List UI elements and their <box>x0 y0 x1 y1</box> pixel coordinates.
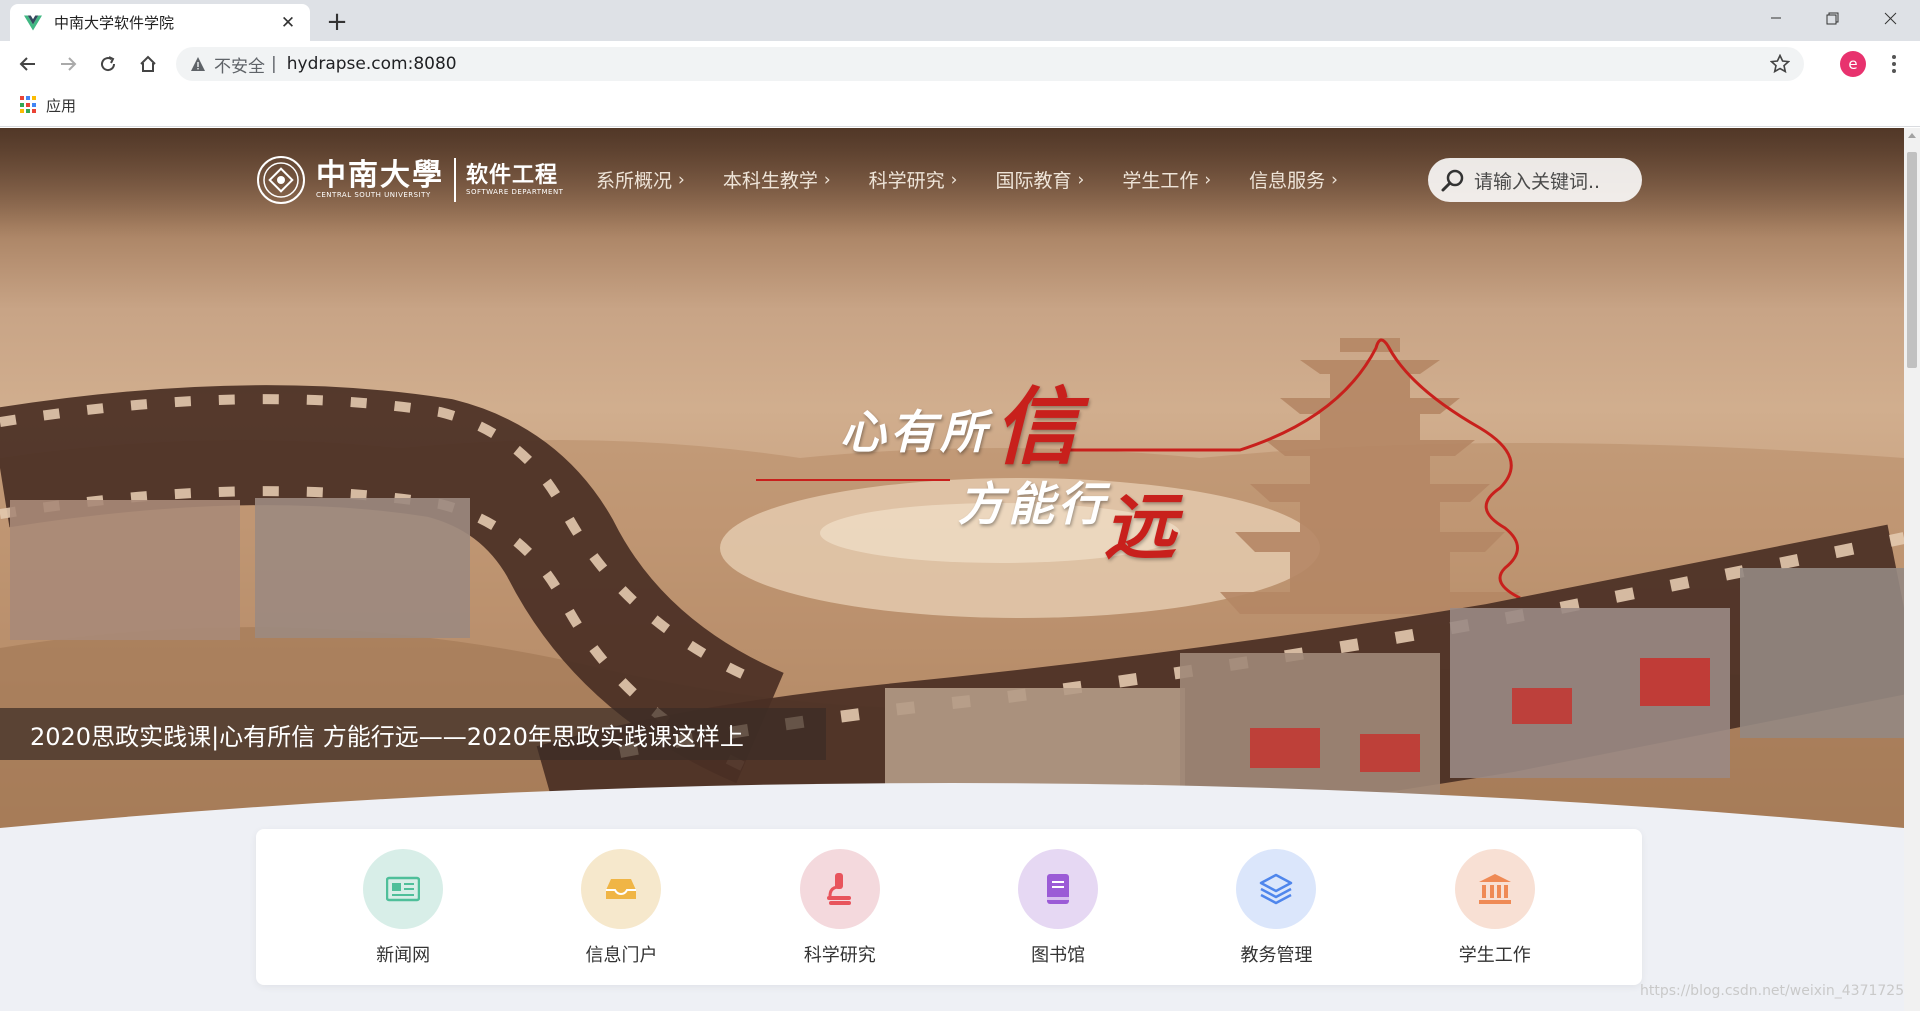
forward-icon[interactable] <box>52 48 84 80</box>
omnibox-separator: | <box>271 54 277 74</box>
url-text[interactable]: hydrapse.com:8080 <box>287 54 457 74</box>
quick-link-library[interactable]: 图书馆 <box>978 829 1138 985</box>
newspaper-icon <box>386 876 421 902</box>
quick-link-label: 科学研究 <box>803 945 876 966</box>
quick-link-label: 图书馆 <box>1031 945 1086 966</box>
watermark-text: https://blog.csdn.net/weixin_43717253 <box>1640 983 1904 999</box>
insecure-label: 不安全 <box>214 56 265 77</box>
book-icon <box>1047 874 1070 904</box>
institution-icon <box>1478 874 1511 904</box>
page-scrollbar[interactable] <box>1904 128 1920 1011</box>
reload-icon[interactable] <box>92 48 124 80</box>
layers-icon <box>1260 873 1293 905</box>
browser-tabstrip: 中南大学软件学院 ✕ + <box>0 0 1920 41</box>
tab-title: 中南大学软件学院 <box>54 14 175 32</box>
quick-link-label: 新闻网 <box>376 945 431 966</box>
quick-link-student-affairs[interactable]: 学生工作 <box>1415 829 1575 985</box>
quick-links-card: 新闻网 信息门户 科学研究 图书馆 教务管理 学生工作 <box>256 829 1642 985</box>
new-tab-button[interactable]: + <box>323 8 351 36</box>
quick-link-circle <box>799 849 880 929</box>
quick-link-portal[interactable]: 信息门户 <box>541 829 701 985</box>
warning-icon[interactable] <box>190 56 206 72</box>
quick-link-circle <box>581 849 662 929</box>
bookmark-star-icon[interactable] <box>1770 54 1790 74</box>
quick-link-circle <box>1236 849 1317 929</box>
quick-link-circle <box>1454 849 1535 929</box>
close-window-icon[interactable] <box>1862 0 1918 36</box>
hero-banner[interactable]: 中南大學 CENTRAL SOUTH UNIVERSITY 软件工程 SOFTW… <box>0 128 1904 828</box>
scroll-up-arrow-icon[interactable] <box>1908 133 1916 138</box>
inbox-icon <box>606 879 637 899</box>
home-icon[interactable] <box>132 48 164 80</box>
apps-bookmark-label[interactable]: 应用 <box>46 95 76 116</box>
apps-grid-icon[interactable] <box>20 96 38 114</box>
browser-tab[interactable]: 中南大学软件学院 ✕ <box>10 4 310 41</box>
bookmarks-bar: 应用 <box>0 87 1920 127</box>
back-icon[interactable] <box>12 48 44 80</box>
page-viewport: 中南大學 CENTRAL SOUTH UNIVERSITY 软件工程 SOFTW… <box>0 128 1904 1011</box>
tab-close-icon[interactable]: ✕ <box>278 13 298 33</box>
restore-icon[interactable] <box>1804 0 1860 36</box>
quick-link-label: 学生工作 <box>1458 945 1531 966</box>
quick-link-research[interactable]: 科学研究 <box>760 829 920 985</box>
minimize-icon[interactable] <box>1748 0 1804 36</box>
quick-link-academic[interactable]: 教务管理 <box>1196 829 1356 985</box>
vue-logo-icon <box>24 15 42 30</box>
quick-link-label: 信息门户 <box>585 945 658 966</box>
browser-menu-icon[interactable] <box>1882 50 1906 78</box>
quick-link-label: 教务管理 <box>1240 945 1313 966</box>
scroll-thumb[interactable] <box>1907 152 1917 368</box>
microscope-icon <box>826 873 851 905</box>
browser-toolbar: 不安全 | hydrapse.com:8080 <box>0 41 1920 87</box>
quick-link-news[interactable]: 新闻网 <box>323 829 483 985</box>
address-bar[interactable]: 不安全 | hydrapse.com:8080 <box>176 47 1804 81</box>
profile-avatar[interactable]: e <box>1840 51 1866 77</box>
quick-link-circle <box>363 849 444 929</box>
hero-bottom-curve <box>0 783 1904 828</box>
quick-link-circle <box>1018 849 1099 929</box>
